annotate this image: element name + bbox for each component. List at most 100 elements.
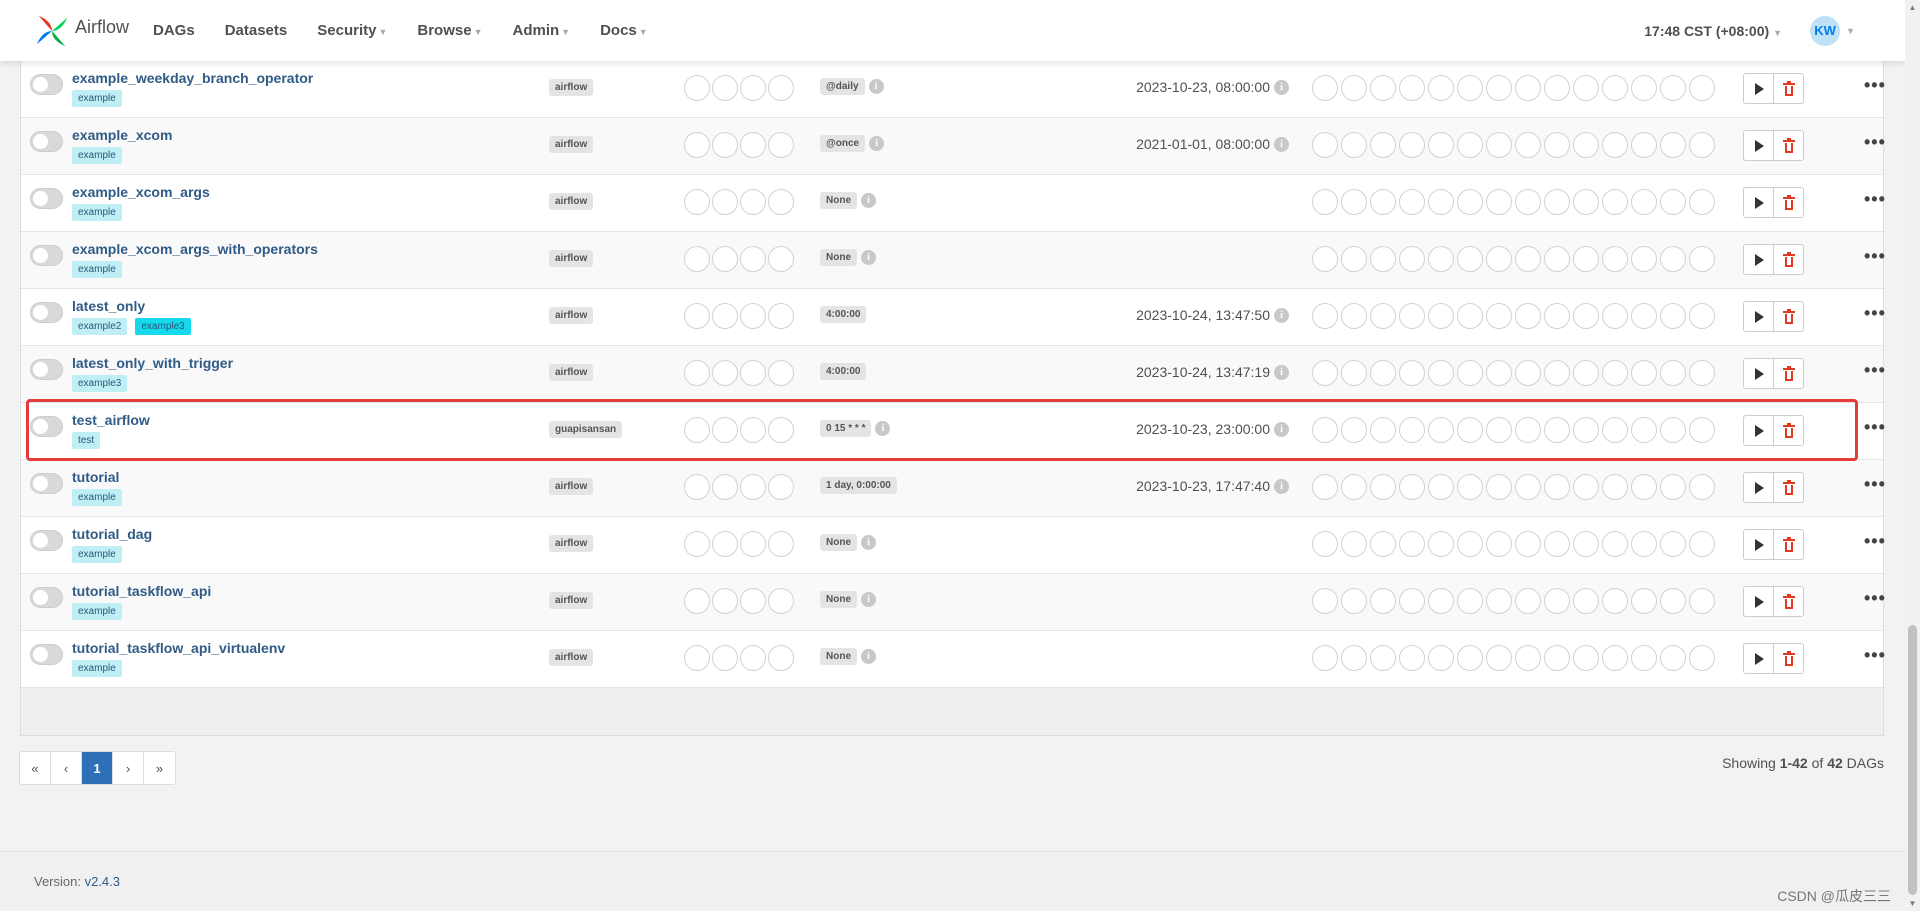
info-icon[interactable]: i — [1274, 136, 1289, 152]
run-state-circle[interactable] — [740, 417, 766, 443]
task-state-circle[interactable] — [1399, 189, 1425, 215]
dag-name-link[interactable]: latest_only_with_trigger — [72, 355, 233, 371]
trigger-dag-button[interactable] — [1743, 472, 1774, 503]
task-state-circle[interactable] — [1486, 645, 1512, 671]
run-state-circle[interactable] — [768, 531, 794, 557]
task-state-circle[interactable] — [1312, 246, 1338, 272]
delete-dag-button[interactable] — [1773, 415, 1804, 446]
dag-name-link[interactable]: example_xcom_args — [72, 184, 210, 200]
task-state-circle[interactable] — [1312, 474, 1338, 500]
task-state-circle[interactable] — [1457, 645, 1483, 671]
dag-owner-badge[interactable]: airflow — [549, 250, 594, 267]
info-icon[interactable]: i — [868, 79, 884, 94]
run-state-circle[interactable] — [684, 75, 710, 101]
task-state-circle[interactable] — [1515, 75, 1541, 101]
ellipsis-icon[interactable]: ••• — [1864, 417, 1886, 437]
dag-owner-badge[interactable]: airflow — [549, 79, 594, 96]
task-state-circle[interactable] — [1457, 303, 1483, 329]
info-icon[interactable]: i — [861, 250, 876, 265]
task-state-circle[interactable] — [1428, 303, 1454, 329]
task-state-circle[interactable] — [1428, 645, 1454, 671]
info-icon[interactable]: i — [875, 421, 891, 436]
task-state-circle[interactable] — [1341, 360, 1367, 386]
page-next-button[interactable]: › — [113, 752, 144, 784]
task-state-circle[interactable] — [1602, 645, 1628, 671]
task-state-circle[interactable] — [1312, 531, 1338, 557]
trigger-dag-button[interactable] — [1743, 187, 1774, 218]
task-state-circle[interactable] — [1689, 246, 1715, 272]
schedule-badge[interactable]: 1 day, 0:00:00 — [820, 477, 897, 494]
task-state-circle[interactable] — [1689, 474, 1715, 500]
run-state-circle[interactable] — [768, 75, 794, 101]
dag-name-link[interactable]: tutorial_dag — [72, 526, 152, 542]
task-state-circle[interactable] — [1457, 588, 1483, 614]
task-state-circle[interactable] — [1370, 360, 1396, 386]
info-icon[interactable]: i — [861, 535, 876, 550]
task-state-circle[interactable] — [1602, 189, 1628, 215]
run-state-circle[interactable] — [684, 246, 710, 272]
task-state-circle[interactable] — [1689, 531, 1715, 557]
task-state-circle[interactable] — [1544, 531, 1570, 557]
page-first-button[interactable]: « — [20, 752, 51, 784]
nav-docs[interactable]: Docs ▼ — [600, 22, 648, 39]
dag-pause-toggle[interactable] — [30, 188, 63, 209]
run-state-circle[interactable] — [712, 189, 738, 215]
dag-pause-toggle[interactable] — [30, 587, 63, 608]
task-state-circle[interactable] — [1544, 645, 1570, 671]
dag-owner-badge[interactable]: airflow — [549, 307, 594, 324]
dag-pause-toggle[interactable] — [30, 131, 63, 152]
page-last-button[interactable]: » — [144, 752, 175, 784]
dag-tag[interactable]: example — [72, 147, 122, 164]
schedule-badge[interactable]: 4:00:00 — [820, 306, 867, 323]
run-state-circle[interactable] — [712, 417, 738, 443]
task-state-circle[interactable] — [1602, 417, 1628, 443]
delete-dag-button[interactable] — [1773, 586, 1804, 617]
dag-name-link[interactable]: tutorial_taskflow_api — [72, 583, 211, 599]
run-state-circle[interactable] — [740, 75, 766, 101]
task-state-circle[interactable] — [1602, 75, 1628, 101]
task-state-circle[interactable] — [1399, 360, 1425, 386]
task-state-circle[interactable] — [1631, 132, 1657, 158]
task-state-circle[interactable] — [1544, 75, 1570, 101]
task-state-circle[interactable] — [1602, 588, 1628, 614]
info-icon[interactable]: i — [869, 136, 885, 151]
schedule-badge[interactable]: 4:00:00 — [820, 363, 867, 380]
run-state-circle[interactable] — [768, 417, 794, 443]
info-icon[interactable]: i — [1274, 307, 1289, 323]
dag-owner-badge[interactable]: airflow — [549, 193, 594, 210]
task-state-circle[interactable] — [1399, 75, 1425, 101]
dag-tag[interactable]: example — [72, 489, 122, 506]
task-state-circle[interactable] — [1312, 303, 1338, 329]
info-icon[interactable]: i — [1274, 364, 1289, 380]
dag-pause-toggle[interactable] — [30, 416, 63, 437]
task-state-circle[interactable] — [1515, 132, 1541, 158]
run-state-circle[interactable] — [684, 531, 710, 557]
task-state-circle[interactable] — [1486, 75, 1512, 101]
trigger-dag-button[interactable] — [1743, 358, 1774, 389]
ellipsis-icon[interactable]: ••• — [1864, 189, 1886, 209]
task-state-circle[interactable] — [1341, 246, 1367, 272]
task-state-circle[interactable] — [1573, 303, 1599, 329]
run-state-circle[interactable] — [740, 189, 766, 215]
trigger-dag-button[interactable] — [1743, 130, 1774, 161]
ellipsis-icon[interactable]: ••• — [1864, 531, 1886, 551]
run-state-circle[interactable] — [768, 303, 794, 329]
dag-owner-badge[interactable]: airflow — [549, 478, 594, 495]
info-icon[interactable]: i — [861, 193, 876, 208]
schedule-badge[interactable]: 0 15 * * * — [820, 420, 872, 437]
dag-tag[interactable]: example — [72, 204, 122, 221]
task-state-circle[interactable] — [1486, 303, 1512, 329]
task-state-circle[interactable] — [1660, 588, 1686, 614]
task-state-circle[interactable] — [1370, 588, 1396, 614]
task-state-circle[interactable] — [1341, 531, 1367, 557]
task-state-circle[interactable] — [1399, 588, 1425, 614]
dag-tag[interactable]: test — [72, 432, 101, 449]
task-state-circle[interactable] — [1370, 75, 1396, 101]
task-state-circle[interactable] — [1602, 360, 1628, 386]
task-state-circle[interactable] — [1370, 303, 1396, 329]
nav-dags[interactable]: DAGs — [153, 22, 195, 39]
task-state-circle[interactable] — [1660, 531, 1686, 557]
delete-dag-button[interactable] — [1773, 187, 1804, 218]
task-state-circle[interactable] — [1428, 474, 1454, 500]
task-state-circle[interactable] — [1544, 189, 1570, 215]
